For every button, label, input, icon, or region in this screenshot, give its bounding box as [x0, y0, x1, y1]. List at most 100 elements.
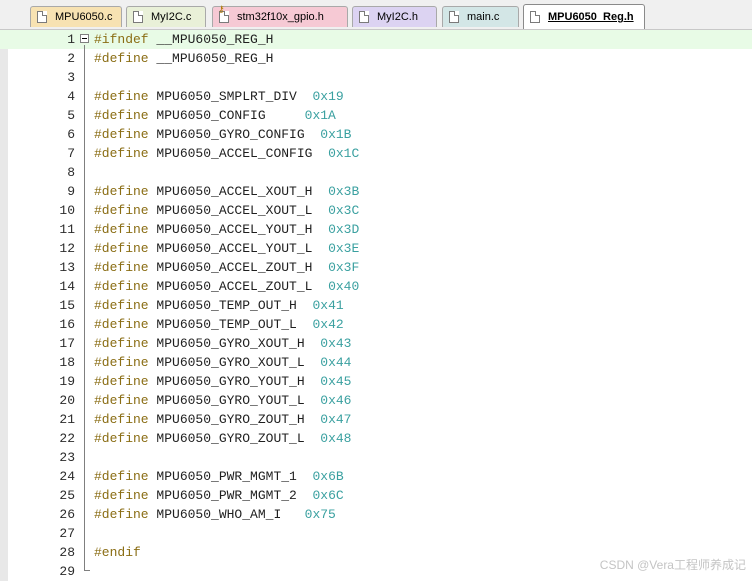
code-line[interactable]: 5 #define MPU6050_CONFIG 0x1A — [0, 106, 752, 125]
code-line[interactable]: 27 — [0, 524, 752, 543]
line-number: 5 — [67, 108, 75, 123]
code-text: #define MPU6050_ACCEL_CONFIG 0x1C — [94, 144, 359, 163]
preprocessor-directive: #define — [94, 89, 149, 104]
line-number: 16 — [59, 317, 75, 332]
line-number: 17 — [59, 336, 75, 351]
macro-name: MPU6050_ACCEL_XOUT_L — [156, 203, 313, 218]
preprocessor-directive: #define — [94, 374, 149, 389]
macro-name: MPU6050_PWR_MGMT_1 — [156, 469, 297, 484]
macro-name: __MPU6050_REG_H — [156, 32, 274, 47]
code-line[interactable]: 14 #define MPU6050_ACCEL_ZOUT_L 0x40 — [0, 277, 752, 296]
code-line[interactable]: 25 #define MPU6050_PWR_MGMT_2 0x6C — [0, 486, 752, 505]
fold-guide-line — [84, 45, 85, 571]
line-number: 11 — [59, 222, 75, 237]
line-number: 14 — [59, 279, 75, 294]
macro-name: MPU6050_GYRO_XOUT_H — [156, 336, 305, 351]
code-editor[interactable]: 1 #ifndef __MPU6050_REG_H 2 #define __MPU60… — [0, 30, 752, 581]
line-number: 9 — [67, 184, 75, 199]
line-number: 6 — [67, 127, 75, 142]
fold-collapse-icon[interactable] — [80, 34, 89, 43]
watermark: CSDN @Vera工程师养成记 — [599, 558, 746, 572]
macro-name: MPU6050_WHO_AM_I — [156, 507, 282, 522]
line-number: 24 — [59, 469, 75, 484]
tab-label: MPU6050.c — [55, 11, 113, 23]
register-address: 0x6B — [312, 469, 344, 484]
macro-name: MPU6050_GYRO_XOUT_L — [156, 355, 305, 370]
tab-stm32f10x-gpio-h[interactable]: ⚷ stm32f10x_gpio.h — [212, 5, 348, 27]
code-text: #ifndef __MPU6050_REG_H — [94, 30, 273, 49]
code-text: #define MPU6050_SMPLRT_DIV 0x19 — [94, 87, 344, 106]
code-line[interactable]: 11 #define MPU6050_ACCEL_YOUT_H 0x3D — [0, 220, 752, 239]
code-line[interactable]: 15 #define MPU6050_TEMP_OUT_H 0x41 — [0, 296, 752, 315]
tab-mpu6050-c[interactable]: MPU6050.c — [30, 6, 122, 27]
preprocessor-directive: #define — [94, 279, 149, 294]
code-line[interactable]: 3 — [0, 68, 752, 87]
macro-name: MPU6050_SMPLRT_DIV — [156, 89, 297, 104]
code-line[interactable]: 16 #define MPU6050_TEMP_OUT_L 0x42 — [0, 315, 752, 334]
line-number: 10 — [59, 203, 75, 218]
h-file-icon — [359, 11, 369, 23]
code-text: #define MPU6050_GYRO_YOUT_L 0x46 — [94, 391, 351, 410]
code-text: #define MPU6050_ACCEL_ZOUT_L 0x40 — [94, 277, 359, 296]
code-line[interactable]: 2 #define __MPU6050_REG_H — [0, 49, 752, 68]
preprocessor-directive: #ifndef — [94, 32, 149, 47]
preprocessor-directive: #define — [94, 260, 149, 275]
preprocessor-directive: #define — [94, 146, 149, 161]
register-address: 0x43 — [320, 336, 352, 351]
code-line[interactable]: 19 #define MPU6050_GYRO_YOUT_H 0x45 — [0, 372, 752, 391]
line-number: 1 — [67, 32, 75, 47]
preprocessor-directive: #define — [94, 393, 149, 408]
macro-name: MPU6050_CONFIG — [156, 108, 266, 123]
code-line[interactable]: 17 #define MPU6050_GYRO_XOUT_H 0x43 — [0, 334, 752, 353]
line-number: 18 — [59, 355, 75, 370]
tab-main-c[interactable]: main.c — [442, 6, 519, 27]
code-text: #define MPU6050_TEMP_OUT_H 0x41 — [94, 296, 344, 315]
code-line[interactable]: 8 — [0, 163, 752, 182]
register-address: 0x6C — [312, 488, 344, 503]
code-line[interactable]: 1 #ifndef __MPU6050_REG_H — [0, 30, 752, 49]
code-line[interactable]: 20 #define MPU6050_GYRO_YOUT_L 0x46 — [0, 391, 752, 410]
tab-myi2c-c[interactable]: MyI2C.c — [126, 6, 206, 27]
code-line[interactable]: 13 #define MPU6050_ACCEL_ZOUT_H 0x3F — [0, 258, 752, 277]
line-number: 8 — [67, 165, 75, 180]
editor-tab-strip: MPU6050.c MyI2C.c ⚷ stm32f10x_gpio.h MyI2C.h… — [0, 0, 752, 30]
code-line[interactable]: 7 #define MPU6050_ACCEL_CONFIG 0x1C — [0, 144, 752, 163]
preprocessor-directive: #define — [94, 127, 149, 142]
register-address: 0x1C — [328, 146, 360, 161]
register-address: 0x1A — [304, 108, 336, 123]
code-line[interactable]: 22 #define MPU6050_GYRO_ZOUT_L 0x48 — [0, 429, 752, 448]
register-address: 0x44 — [320, 355, 352, 370]
register-address: 0x46 — [320, 393, 352, 408]
fold-guide-end — [84, 570, 90, 571]
code-line[interactable]: 10 #define MPU6050_ACCEL_XOUT_L 0x3C — [0, 201, 752, 220]
code-line[interactable]: 23 — [0, 448, 752, 467]
macro-name: MPU6050_GYRO_YOUT_L — [156, 393, 305, 408]
macro-name: MPU6050_ACCEL_ZOUT_L — [156, 279, 313, 294]
macro-name: MPU6050_PWR_MGMT_2 — [156, 488, 297, 503]
line-number: 28 — [59, 545, 75, 560]
tab-label: MyI2C.h — [377, 11, 418, 23]
line-number: 19 — [59, 374, 75, 389]
code-line[interactable]: 4 #define MPU6050_SMPLRT_DIV 0x19 — [0, 87, 752, 106]
line-number: 26 — [59, 507, 75, 522]
code-line[interactable]: 24 #define MPU6050_PWR_MGMT_1 0x6B — [0, 467, 752, 486]
tab-mpu6050-reg-h[interactable]: MPU6050_Reg.h — [523, 4, 645, 29]
register-address: 0x45 — [320, 374, 352, 389]
code-line[interactable]: 18 #define MPU6050_GYRO_XOUT_L 0x44 — [0, 353, 752, 372]
code-line[interactable]: 21 #define MPU6050_GYRO_ZOUT_H 0x47 — [0, 410, 752, 429]
code-line[interactable]: 6 #define MPU6050_GYRO_CONFIG 0x1B — [0, 125, 752, 144]
code-line[interactable]: 26 #define MPU6050_WHO_AM_I 0x75 — [0, 505, 752, 524]
code-line[interactable]: 9 #define MPU6050_ACCEL_XOUT_H 0x3B — [0, 182, 752, 201]
c-file-icon — [449, 11, 459, 23]
code-text: #define MPU6050_GYRO_XOUT_H 0x43 — [94, 334, 351, 353]
line-number: 25 — [59, 488, 75, 503]
code-text: #define MPU6050_GYRO_CONFIG 0x1B — [94, 125, 351, 144]
code-text: #define MPU6050_GYRO_ZOUT_L 0x48 — [94, 429, 351, 448]
line-number: 15 — [59, 298, 75, 313]
code-text: #define MPU6050_ACCEL_YOUT_H 0x3D — [94, 220, 359, 239]
code-line[interactable]: 12 #define MPU6050_ACCEL_YOUT_L 0x3E — [0, 239, 752, 258]
register-address: 0x48 — [320, 431, 352, 446]
preprocessor-directive: #define — [94, 203, 149, 218]
tab-myi2c-h[interactable]: MyI2C.h — [352, 6, 437, 27]
preprocessor-directive: #define — [94, 507, 149, 522]
